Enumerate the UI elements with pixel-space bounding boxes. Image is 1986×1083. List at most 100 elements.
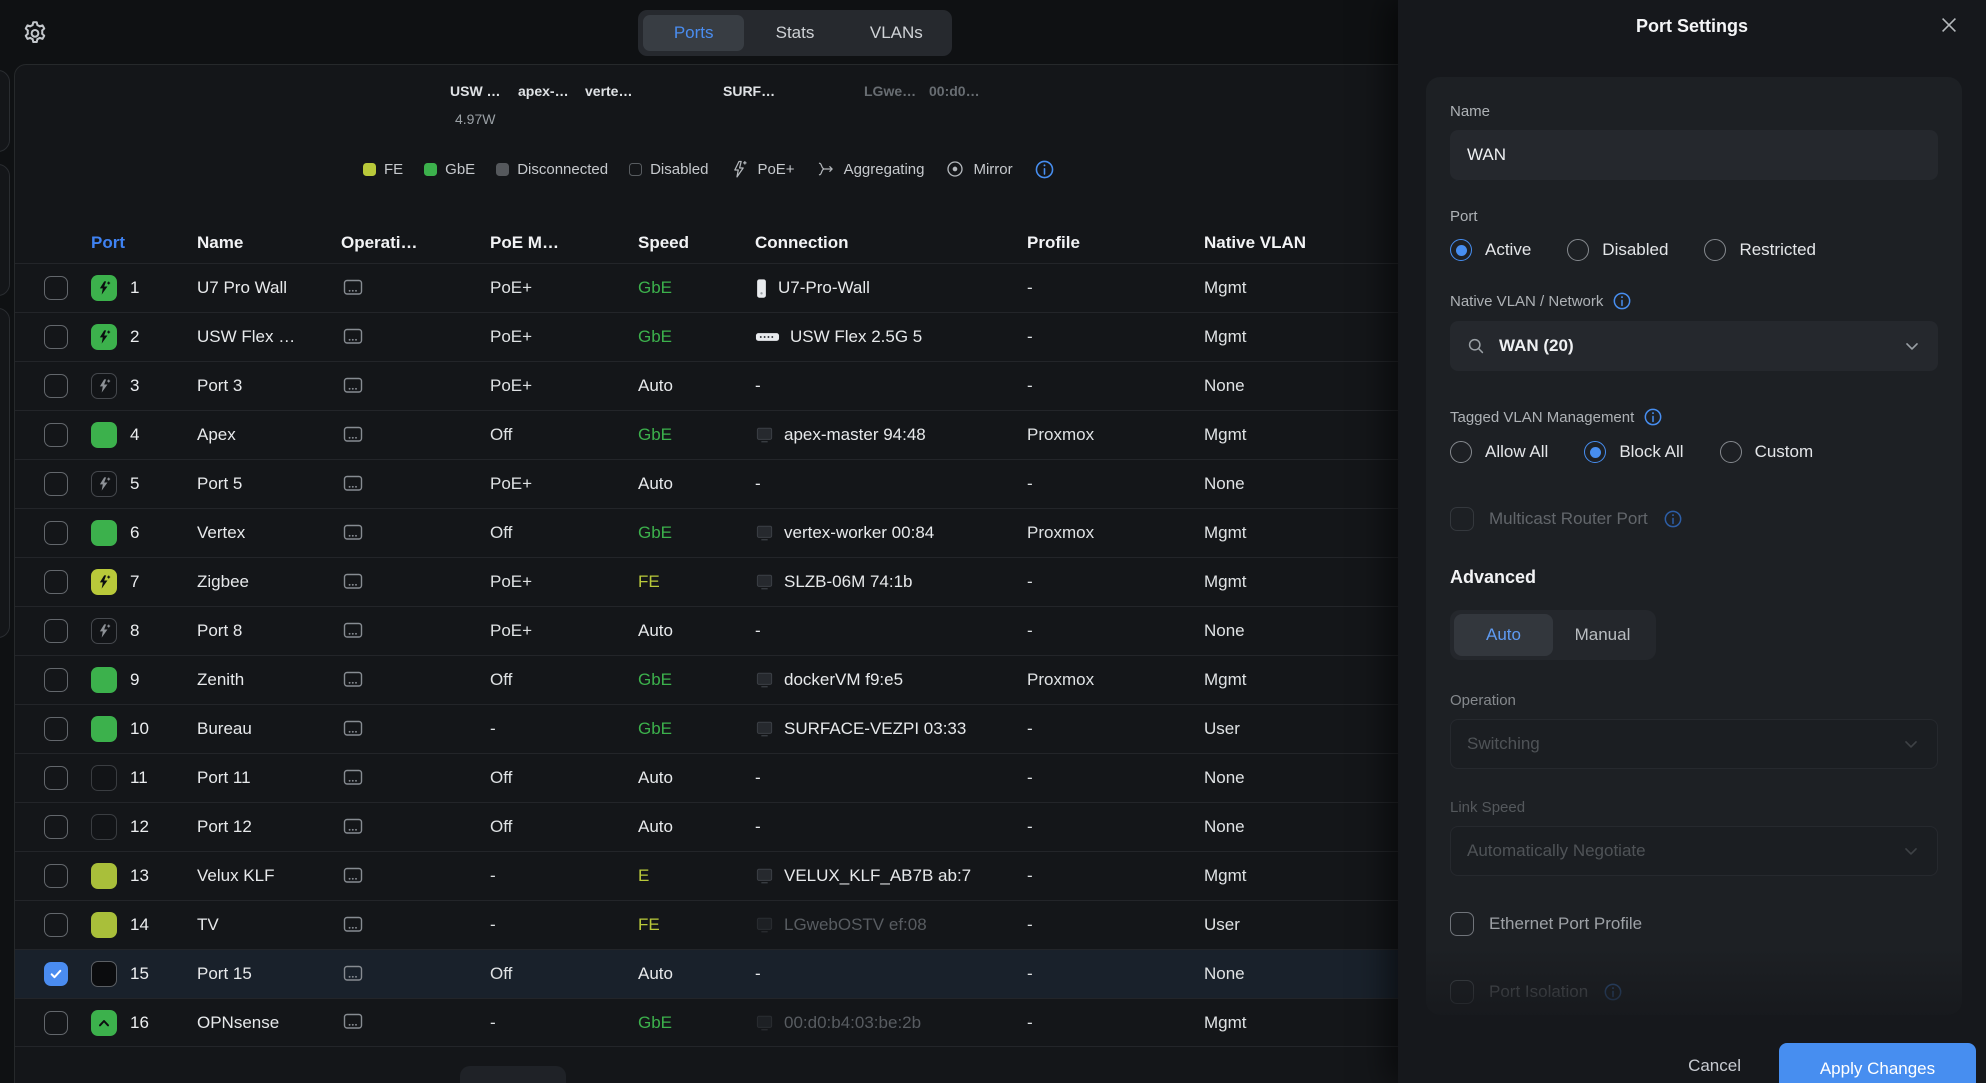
- device-label: USW …: [450, 83, 501, 99]
- port-speed: GbE: [638, 1013, 755, 1033]
- column-header-poe-mode[interactable]: PoE M…: [490, 233, 638, 253]
- port-name: U7 Pro Wall: [197, 278, 341, 298]
- port-profile: -: [1027, 474, 1204, 494]
- row-checkbox[interactable]: [44, 521, 68, 545]
- name-input[interactable]: WAN: [1450, 130, 1938, 180]
- native-vlan-select[interactable]: WAN (20): [1450, 321, 1938, 371]
- port-isolation-label: Port Isolation: [1489, 982, 1588, 1002]
- port-name: Port 3: [197, 376, 341, 396]
- column-header-profile[interactable]: Profile: [1027, 233, 1204, 253]
- radio-disabled[interactable]: Disabled: [1567, 239, 1668, 261]
- radio-custom[interactable]: Custom: [1720, 441, 1814, 463]
- port-status-icon-poe-on: [91, 324, 117, 350]
- poe-mode: -: [490, 915, 638, 935]
- port-speed: Auto: [638, 621, 755, 641]
- connection-cell: -: [755, 621, 1027, 641]
- client-device-icon: [755, 426, 774, 444]
- connection-name: apex-master 94:48: [784, 425, 926, 445]
- connection-cell: SURFACE-VEZPI 03:33: [755, 719, 1027, 739]
- column-header-speed[interactable]: Speed: [638, 233, 755, 253]
- row-checkbox[interactable]: [44, 472, 68, 496]
- row-checkbox[interactable]: [44, 815, 68, 839]
- tab-vlans[interactable]: VLANs: [846, 15, 947, 51]
- row-checkbox[interactable]: [44, 913, 68, 937]
- info-icon[interactable]: [1034, 159, 1055, 180]
- column-header-port[interactable]: Port: [91, 233, 197, 253]
- port-profile: -: [1027, 964, 1204, 984]
- port-name: TV: [197, 915, 341, 935]
- info-icon[interactable]: [1603, 982, 1623, 1002]
- port-name: Vertex: [197, 523, 341, 543]
- row-checkbox[interactable]: [44, 374, 68, 398]
- native-vlan-label: Native VLAN / Network: [1450, 293, 1603, 310]
- settings-gear-icon[interactable]: [20, 19, 50, 49]
- row-checkbox[interactable]: [44, 1011, 68, 1035]
- client-device-icon: [755, 573, 774, 591]
- chevron-down-icon: [1901, 734, 1921, 754]
- search-icon: [1466, 336, 1486, 356]
- port-speed: GbE: [638, 278, 755, 298]
- port-isolation-checkbox[interactable]: [1450, 980, 1474, 1004]
- chevron-down-icon: [1902, 336, 1922, 356]
- partial-bottom-button[interactable]: [460, 1066, 566, 1083]
- row-checkbox[interactable]: [44, 668, 68, 692]
- operation-select: Switching: [1450, 719, 1938, 769]
- row-checkbox[interactable]: [44, 423, 68, 447]
- info-icon[interactable]: [1663, 509, 1683, 529]
- multicast-checkbox[interactable]: [1450, 507, 1474, 531]
- legend-item-mirror: Mirror: [945, 159, 1012, 179]
- port-number: 7: [123, 572, 197, 592]
- legend-item-poe+: PoE+: [729, 159, 794, 179]
- column-header-connection[interactable]: Connection: [755, 233, 1027, 253]
- port-number: 13: [123, 866, 197, 886]
- row-checkbox[interactable]: [44, 325, 68, 349]
- port-profile: -: [1027, 327, 1204, 347]
- info-icon[interactable]: [1612, 291, 1632, 311]
- row-checkbox[interactable]: [44, 717, 68, 741]
- radio-circle: [1567, 239, 1589, 261]
- name-input-value: WAN: [1467, 145, 1506, 165]
- view-tabs: Ports Stats VLANs: [638, 10, 952, 56]
- legend-item-aggregating: Aggregating: [816, 159, 925, 179]
- switch-device-icon: [341, 866, 365, 887]
- row-checkbox[interactable]: [44, 619, 68, 643]
- connection-name: 00:d0:b4:03:be:2b: [784, 1013, 921, 1033]
- background-card-edge: [0, 308, 10, 638]
- port-name: USW Flex …: [197, 327, 341, 347]
- radio-active[interactable]: Active: [1450, 239, 1531, 261]
- tagged-vlan-label: Tagged VLAN Management: [1450, 409, 1634, 426]
- poe-mode: PoE+: [490, 474, 638, 494]
- close-icon[interactable]: [1938, 14, 1960, 36]
- row-checkbox[interactable]: [44, 766, 68, 790]
- ethernet-profile-checkbox[interactable]: [1450, 912, 1474, 936]
- port-name: Velux KLF: [197, 866, 341, 886]
- client-device-icon: [755, 867, 774, 885]
- switch-device-icon: [341, 572, 365, 593]
- poe-icon: [729, 159, 749, 179]
- radio-allow-all[interactable]: Allow All: [1450, 441, 1548, 463]
- connection-name: -: [755, 817, 761, 837]
- port-profile: Proxmox: [1027, 523, 1204, 543]
- tab-ports[interactable]: Ports: [643, 15, 744, 51]
- mode-auto[interactable]: Auto: [1454, 614, 1553, 656]
- radio-restricted[interactable]: Restricted: [1704, 239, 1816, 261]
- connection-cell: -: [755, 474, 1027, 494]
- tab-stats[interactable]: Stats: [744, 15, 845, 51]
- apply-changes-button[interactable]: Apply Changes: [1779, 1043, 1976, 1083]
- column-header-operation[interactable]: Operati…: [341, 233, 490, 253]
- cancel-button[interactable]: Cancel: [1688, 1056, 1741, 1076]
- info-icon[interactable]: [1643, 407, 1663, 427]
- connection-cell: apex-master 94:48: [755, 425, 1027, 445]
- port-speed: GbE: [638, 327, 755, 347]
- mode-manual[interactable]: Manual: [1553, 614, 1652, 656]
- row-checkbox[interactable]: [44, 570, 68, 594]
- column-header-name[interactable]: Name: [197, 233, 341, 253]
- port-speed: Auto: [638, 817, 755, 837]
- connection-name: vertex-worker 00:84: [784, 523, 934, 543]
- row-checkbox[interactable]: [44, 864, 68, 888]
- radio-block-all[interactable]: Block All: [1584, 441, 1683, 463]
- row-checkbox[interactable]: [44, 962, 68, 986]
- operation-value: Switching: [1467, 734, 1888, 754]
- row-checkbox[interactable]: [44, 276, 68, 300]
- port-name: Port 8: [197, 621, 341, 641]
